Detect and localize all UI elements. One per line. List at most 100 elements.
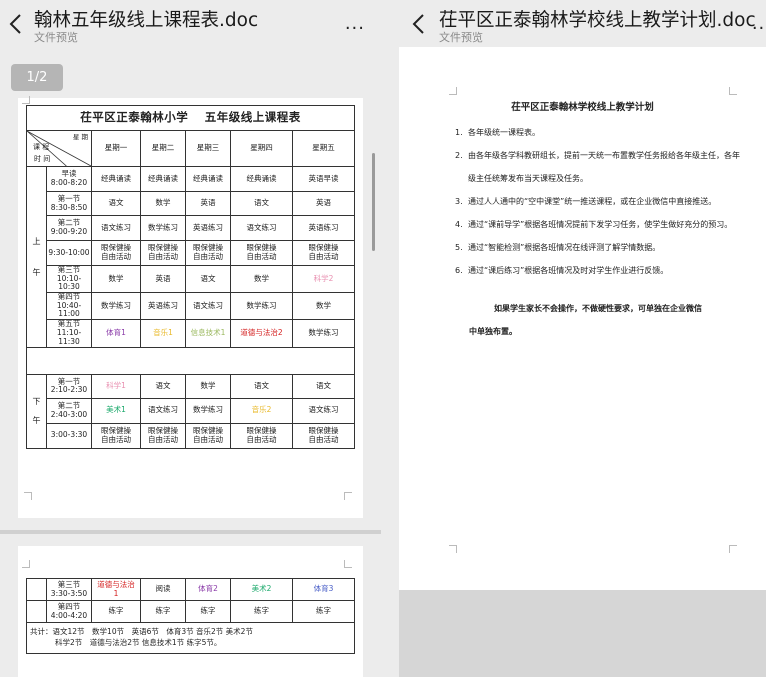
cell-text: 阅读 (155, 584, 171, 594)
table-row: 第一节 8:30-8:50 语文 数学 英语 语文 英语 (27, 191, 356, 216)
course-cell: 语文练习 (230, 215, 293, 241)
course-cell: 眼保健操 自由活动 (185, 422, 231, 449)
left-document-pane[interactable]: 翰林五年级线上课程表.doc 文件预览 ... 1/2 茌平区正泰翰林小学 五年… (0, 0, 381, 677)
course-cell: 眼保健操 自由活动 (91, 422, 141, 449)
course-cell: 眼保健操 自由活动 (185, 240, 231, 266)
course-cell: 数学 (140, 191, 186, 216)
plan-item: 4. 通过“课前导学”根据各班情况提前下发学习任务，使学生做好充分的预习。 (455, 213, 745, 236)
plan-note-line: 中单独布置。 (469, 327, 517, 336)
cell-text: 自由活动 (193, 434, 223, 444)
cell-text: 语文 (108, 198, 124, 208)
table-row: 上午早读 8:00-8:20 经典诵读 经典诵读 经典诵读 经典诵读 英语早读 (26, 166, 356, 348)
course-cell: 语文 (140, 373, 186, 399)
day-header-cell: 星期三 (185, 130, 231, 167)
vertical-scrollbar[interactable] (372, 153, 375, 251)
right-top-bar: 茌平区正泰翰林学校线上教学计划.doc 文件预览 ... (399, 0, 766, 47)
course-cell: 体育2 (185, 578, 231, 601)
time-slot-cell: 3:00-3:30 (46, 422, 92, 449)
time-slot-text: 4:00-4:20 (50, 610, 88, 620)
table-row: 9:30-10:00 眼保健操 自由活动 眼保健操 自由活动 眼保健操 自由活动 眼保健操 自由… (27, 240, 356, 266)
table-row: 下午第一节 2:10-2:30 科学1 语文 数学 语文 语文 (26, 373, 356, 449)
summary-row: 共计：语文12节 数学10节 英语6节 体育3节 音乐2节 美术2节 科学2节 道… (26, 622, 355, 654)
cell-text: 体育2 (198, 584, 218, 594)
cell-text: 自由活动 (246, 434, 277, 444)
cell-text: 美术1 (106, 405, 126, 415)
half-day-char: 午 (32, 416, 41, 426)
more-menu-icon[interactable]: ... (345, 13, 365, 34)
day-header-cell: 星期五 (291, 130, 356, 167)
cell-text: 语文 (254, 380, 269, 390)
cell-text: 语文练习 (246, 222, 277, 232)
course-cell: 眼保健操 自由活动 (230, 422, 293, 449)
table-row: 第二节 9:00-9:20 语文练习 数学练习 英语练习 语文练习 英语练习 (27, 215, 356, 241)
cell-text: 数学 (316, 300, 332, 310)
cell-text: 语文练习 (193, 300, 223, 310)
plan-item-number: 3. (455, 197, 463, 206)
course-cell: 道德与法治 1 (91, 578, 141, 601)
course-cell: 练字 (185, 600, 231, 623)
cell-text: 信息技术1 (190, 327, 226, 337)
course-cell: 英语 (185, 191, 231, 216)
table-row-blank (25, 346, 356, 375)
cell-text: 语文练习 (308, 405, 339, 415)
cell-text: 自由活动 (308, 434, 339, 444)
cell-text: 自由活动 (308, 252, 339, 261)
cell-text: 科学1 (106, 380, 126, 390)
table-row: 第四节 4:00-4:20 练字 练字 练字 练字 练字 (26, 600, 355, 623)
document-page-2: 第三节 3:30-3:50 道德与法治 1 阅读 体育2 美术2 体育3 第四节 4:00-4:2… (18, 546, 363, 677)
plan-item-number: 6. (455, 266, 463, 275)
plan-item-number: 4. (455, 220, 463, 229)
day-header-cell: 星期四 (230, 130, 293, 167)
right-document-pane[interactable]: 茌平区正泰翰林学校线上教学计划.doc 文件预览 ... 茌平区正泰翰林学校线上… (399, 0, 766, 677)
course-cell: 眼保健操 自由活动 (91, 240, 141, 266)
cell-text: 自由活动 (148, 252, 178, 261)
more-menu-icon[interactable]: ... (752, 13, 766, 34)
half-day-char: 下 (32, 397, 41, 407)
course-cell: 经典诵读 (185, 166, 231, 192)
cell-text: 英语早读 (308, 173, 339, 183)
course-cell: 练字 (91, 600, 141, 623)
table-row: 第三节 3:30-3:50 道德与法治 1 阅读 体育2 美术2 体育3 (26, 578, 355, 601)
time-slot-text: 2:10-2:30 (50, 385, 88, 395)
course-cell: 数学 (185, 373, 231, 399)
plan-item-text: 通过人人通中的“空中课堂”统一推送课程，或在企业微信中直接推送。 (468, 197, 717, 206)
table-row: 第五节 11:10-11:30 体育1 音乐1 信息技术1 道德与法治2 数学练习 (27, 318, 356, 348)
back-chevron-icon[interactable] (411, 13, 427, 35)
document-title: 茌平区正泰翰林学校线上教学计划.doc (439, 10, 756, 31)
cell-text: 星期一 (104, 143, 128, 153)
course-cell: 英语练习 (291, 215, 356, 241)
course-cell: 数学练习 (140, 215, 186, 241)
page-divider (0, 530, 381, 534)
cell-text: 数学练习 (246, 300, 277, 310)
cell-text: 经典诵读 (193, 173, 223, 183)
cell-text: 数学 (200, 380, 216, 390)
cell-text: 语文 (254, 198, 269, 208)
cell-text: 英语练习 (308, 222, 339, 232)
cell-text: 体育1 (106, 327, 126, 337)
cell-text: 自由活动 (148, 434, 178, 444)
page-corner-mark (22, 560, 30, 568)
time-slot-cell: 早读 8:00-8:20 (46, 166, 92, 192)
course-cell: 数学练习 (291, 318, 356, 348)
header-time-label: 时 间 (34, 154, 51, 163)
summary-line: 科学2节 道德与法治2节 信息技术1节 练字5节。 (55, 637, 222, 647)
cell-text: 音乐1 (153, 327, 173, 337)
document-subtitle: 文件预览 (34, 31, 78, 44)
half-day-label: 下午 (26, 373, 47, 449)
cell-text: 经典诵读 (246, 173, 277, 183)
cell-text: 英语 (200, 198, 216, 208)
plan-item: 2. 由各年级各学科教研组长，提前一天统一布置教学任务报给各年级主任，各年级主任统… (455, 144, 745, 190)
plan-item: 6. 通过“课后练习”根据各班情况及时对学生作业进行反馈。 (455, 259, 745, 282)
plan-item: 5. 通过“智能检测”根据各班情况在线评测了解学情数据。 (455, 236, 745, 259)
course-cell: 美术1 (91, 397, 141, 424)
summary-line: 共计：语文12节 数学10节 英语6节 体育3节 音乐2节 美术2节 (30, 627, 253, 636)
half-day-label: 上午 (26, 166, 47, 348)
page-corner-mark (22, 96, 30, 104)
course-cell: 语文练习 (291, 397, 356, 424)
course-cell: 语文练习 (91, 215, 141, 241)
time-slot-text: 11:10-11:30 (56, 327, 82, 346)
back-chevron-icon[interactable] (8, 13, 24, 35)
time-slot-cell: 第五节 11:10-11:30 (46, 318, 92, 348)
plan-item-number: 2. (455, 151, 463, 160)
time-slot-cell: 第三节 3:30-3:50 (46, 578, 92, 601)
